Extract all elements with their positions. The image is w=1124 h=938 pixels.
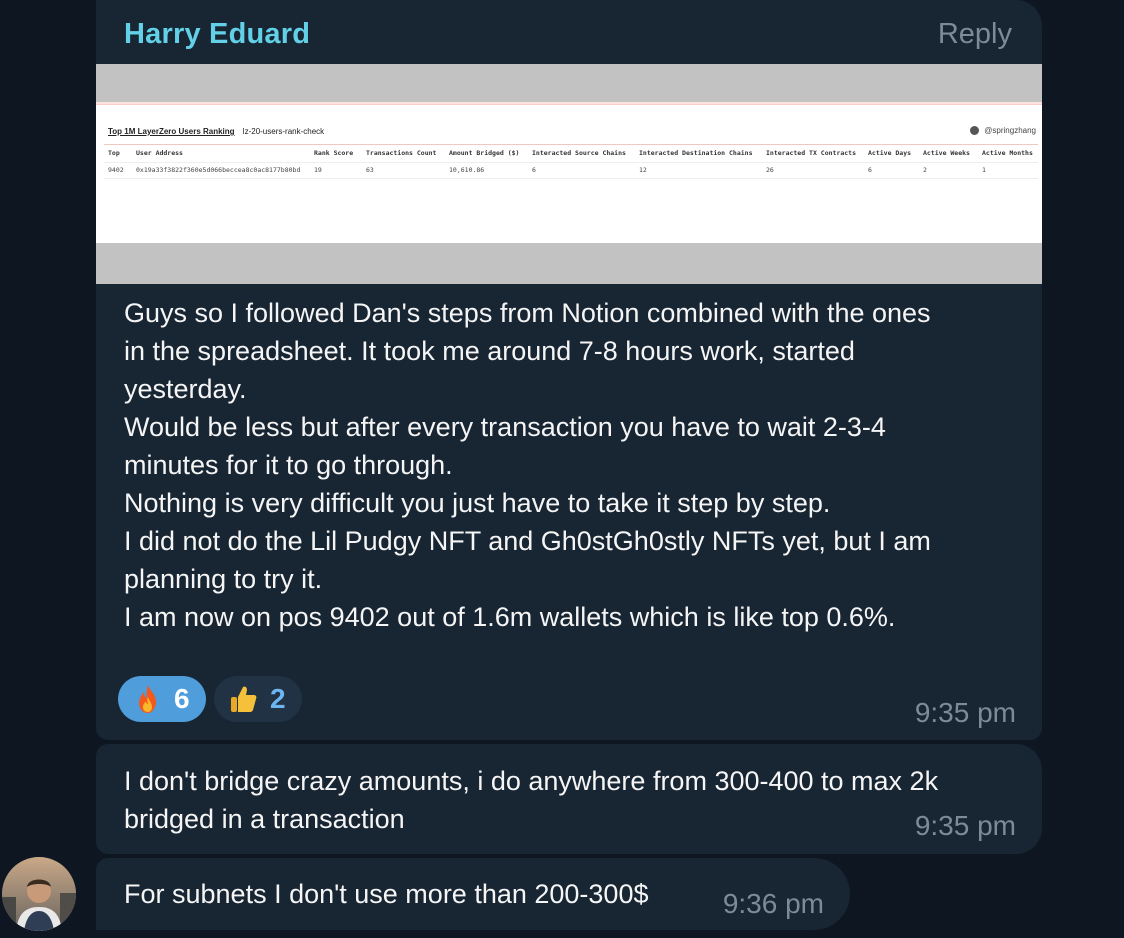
message-timestamp: 9:35 pm — [914, 810, 1016, 841]
reaction-count: 2 — [270, 683, 286, 714]
header-cell: Active Weeks — [923, 149, 970, 157]
message-text: I don't bridge crazy amounts, i do anywh… — [124, 762, 938, 838]
message-bubble[interactable]: Harry Eduard Reply Top 1M LayerZero User… — [96, 0, 1042, 740]
attached-image[interactable]: Top 1M LayerZero Users Ranking lz-20-use… — [96, 64, 1042, 284]
sheet-subtitle: lz-20-users-rank-check — [242, 127, 325, 136]
chat-view: Harry Eduard Reply Top 1M LayerZero User… — [0, 0, 1124, 938]
reactions-bar: 6 2 — [118, 676, 302, 722]
header-cell: Interacted Destination Chains — [639, 149, 753, 157]
thumbs-up-icon — [231, 686, 257, 712]
message-line: in the spreadsheet. It took me around 7-… — [124, 336, 855, 366]
message-line: Would be less but after every transactio… — [124, 412, 886, 442]
message-line: planning to try it. — [124, 564, 323, 594]
divider — [104, 178, 1038, 179]
message-line: Nothing is very difficult you just have … — [124, 488, 831, 518]
data-cell: 10,610.86 — [449, 166, 485, 174]
message-timestamp: 9:35 pm — [914, 697, 1016, 728]
sheet-user: @springzhang — [970, 126, 1036, 136]
sheet-data-row: 9402 0x19a33f3822f360e5d066beccea8c0ac81… — [96, 166, 1042, 178]
message-line: bridged in a transaction — [124, 804, 405, 834]
data-cell: 19 — [314, 166, 322, 174]
header-cell: Top — [108, 149, 120, 157]
message-line: minutes for it to go through. — [124, 450, 453, 480]
spreadsheet-screenshot: Top 1M LayerZero Users Ranking lz-20-use… — [96, 104, 1042, 243]
data-cell: 1 — [982, 166, 986, 174]
header-cell: Active Months — [982, 149, 1033, 157]
header-cell: Amount Bridged ($) — [449, 149, 520, 157]
divider — [104, 144, 1038, 145]
message-timestamp: 9:36 pm — [722, 888, 824, 919]
sheet-username: @springzhang — [984, 126, 1036, 135]
message-text: Guys so I followed Dan's steps from Noti… — [124, 294, 1024, 636]
message-line: I don't bridge crazy amounts, i do anywh… — [124, 766, 939, 796]
message-line: yesterday. — [124, 374, 247, 404]
reaction-count: 6 — [174, 683, 190, 714]
sheet-title-row: Top 1M LayerZero Users Ranking lz-20-use… — [108, 127, 324, 136]
data-cell: 6 — [532, 166, 536, 174]
header-cell: Rank Score — [314, 149, 354, 157]
message-bubble[interactable]: For subnets I don't use more than 200-30… — [96, 858, 850, 930]
sheet-title: Top 1M LayerZero Users Ranking — [108, 127, 235, 136]
data-cell: 63 — [366, 166, 374, 174]
reaction-fire-button[interactable]: 6 — [118, 676, 206, 722]
message-line: I am now on pos 9402 out of 1.6m wallets… — [124, 602, 896, 632]
data-cell: 26 — [766, 166, 774, 174]
data-cell: 6 — [868, 166, 872, 174]
reaction-thumbs-up-button[interactable]: 2 — [214, 676, 302, 722]
avatar[interactable] — [2, 857, 76, 931]
data-cell: 9402 — [108, 166, 124, 174]
sender-name[interactable]: Harry Eduard — [124, 18, 310, 51]
header-cell: Interacted Source Chains — [532, 149, 626, 157]
data-cell: 2 — [923, 166, 927, 174]
reply-button[interactable]: Reply — [938, 18, 1012, 51]
header-cell: Transactions Count — [366, 149, 437, 157]
message-line: Guys so I followed Dan's steps from Noti… — [124, 298, 931, 328]
header-cell: User Address — [136, 149, 183, 157]
message-text: For subnets I don't use more than 200-30… — [124, 879, 649, 909]
divider — [104, 162, 1038, 163]
header-cell: Interacted TX Contracts — [766, 149, 857, 157]
user-avatar-icon — [970, 126, 980, 136]
fire-icon — [139, 685, 156, 713]
data-cell: 12 — [639, 166, 647, 174]
header-cell: Active Days — [868, 149, 912, 157]
message-bubble[interactable]: I don't bridge crazy amounts, i do anywh… — [96, 744, 1042, 854]
data-cell: 0x19a33f3822f360e5d066beccea8c0ac8177b80… — [136, 166, 301, 174]
message-line: I did not do the Lil Pudgy NFT and Gh0st… — [124, 526, 931, 556]
avatar-image — [2, 857, 76, 931]
sheet-header-row: Top User Address Rank Score Transactions… — [96, 149, 1042, 161]
